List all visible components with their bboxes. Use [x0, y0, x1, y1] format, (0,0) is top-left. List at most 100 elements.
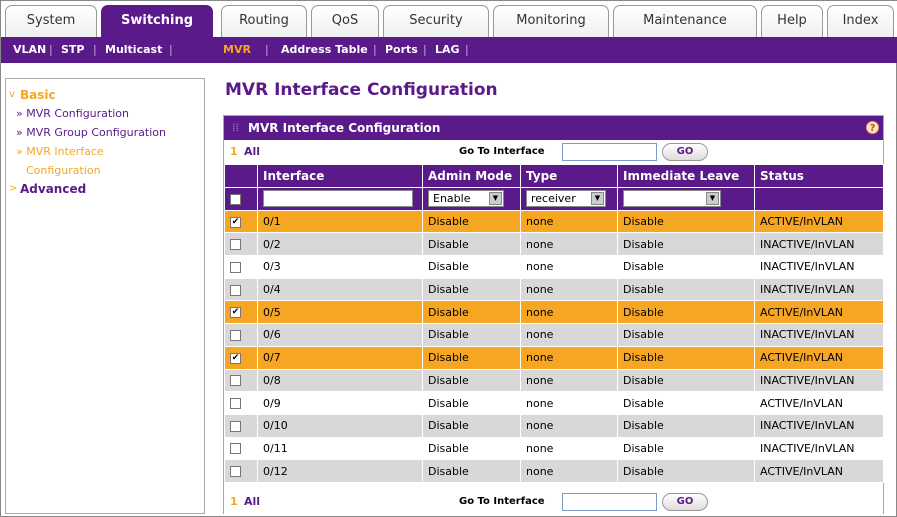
- sidebar: v Basic » MVR Configuration » MVR Group …: [5, 78, 205, 514]
- row-checkbox[interactable]: ✔: [230, 352, 241, 364]
- table-row[interactable]: ✔ 0/1 Disable none Disable ACTIVE/InVLAN: [224, 209, 884, 234]
- row-checkbox[interactable]: [230, 329, 241, 341]
- immediate-leave-cell: Disable: [617, 232, 755, 257]
- table-row[interactable]: ✔ 0/7 Disable none Disable ACTIVE/InVLAN: [224, 345, 884, 370]
- admin-mode-cell: Disable: [422, 345, 521, 370]
- grip-icon: ⁞⁞: [232, 121, 239, 134]
- panel-title: MVR Interface Configuration: [248, 121, 441, 135]
- type-select[interactable]: receiver ▼: [526, 190, 606, 208]
- goto-interface-input[interactable]: [562, 493, 657, 511]
- panel-header: ⁞⁞ MVR Interface Configuration ?: [224, 116, 883, 140]
- tab-routing[interactable]: Routing: [221, 5, 307, 37]
- type-cell: none: [520, 277, 618, 302]
- row-checkbox[interactable]: [230, 466, 241, 478]
- row-checkbox[interactable]: [230, 443, 241, 455]
- admin-mode-cell: Disable: [422, 323, 521, 347]
- tab-maintenance[interactable]: Maintenance: [613, 5, 757, 37]
- subnav-separator: |: [373, 43, 377, 56]
- col-select: [224, 164, 258, 188]
- tab-switching[interactable]: Switching: [101, 5, 213, 37]
- table-row[interactable]: 0/3 Disable none Disable INACTIVE/InVLAN: [224, 255, 884, 279]
- admin-mode-cell: Disable: [422, 459, 521, 483]
- row-checkbox[interactable]: [230, 420, 241, 432]
- interface-filter-input[interactable]: [263, 190, 413, 208]
- sidebar-item-mvr-group-configuration[interactable]: » MVR Group Configuration: [16, 126, 166, 139]
- table-row[interactable]: 0/12 Disable none Disable ACTIVE/InVLAN: [224, 459, 884, 483]
- status-cell: ACTIVE/InVLAN: [754, 391, 884, 415]
- tab-security[interactable]: Security: [383, 5, 489, 37]
- status-cell: ACTIVE/InVLAN: [754, 345, 884, 370]
- row-checkbox[interactable]: [230, 261, 241, 273]
- immediate-leave-select[interactable]: ▼: [623, 190, 721, 208]
- admin-mode-value: Enable: [433, 192, 471, 206]
- subnav-mvr[interactable]: MVR: [223, 43, 251, 56]
- sidebar-item-mvr-interface-configuration[interactable]: » MVR Interface: [16, 145, 104, 158]
- tab-system[interactable]: System: [5, 5, 97, 37]
- row-checkbox[interactable]: [230, 239, 241, 251]
- interface-cell: 0/3: [257, 255, 423, 279]
- interface-cell: 0/7: [257, 345, 423, 370]
- admin-mode-select[interactable]: Enable ▼: [428, 190, 504, 208]
- admin-mode-cell: Disable: [422, 391, 521, 415]
- table-row[interactable]: 0/9 Disable none Disable ACTIVE/InVLAN: [224, 391, 884, 415]
- go-button[interactable]: GO: [662, 143, 708, 161]
- immediate-leave-cell: Disable: [617, 277, 755, 302]
- status-cell: INACTIVE/InVLAN: [754, 323, 884, 347]
- type-cell: none: [520, 232, 618, 257]
- subnav-vlan[interactable]: VLAN: [13, 43, 46, 56]
- type-cell: none: [520, 368, 618, 393]
- row-checkbox[interactable]: ✔: [230, 307, 241, 319]
- table-row[interactable]: 0/10 Disable none Disable INACTIVE/InVLAN: [224, 413, 884, 438]
- select-cell: [224, 413, 258, 438]
- status-cell: INACTIVE/InVLAN: [754, 255, 884, 279]
- subnav-multicast[interactable]: Multicast: [105, 43, 162, 56]
- row-checkbox[interactable]: [230, 375, 241, 387]
- row-checkbox[interactable]: ✔: [230, 216, 241, 228]
- page-number[interactable]: 1: [230, 145, 238, 158]
- interface-cell: 0/8: [257, 368, 423, 393]
- col-type: Type: [520, 164, 618, 188]
- select-cell: [224, 391, 258, 415]
- subnav-address-table[interactable]: Address Table: [281, 43, 368, 56]
- pagination-bar-bottom: 1 All Go To Interface GO: [224, 490, 883, 514]
- show-all-link[interactable]: All: [244, 495, 260, 508]
- type-cell: none: [520, 300, 618, 325]
- type-cell: none: [520, 345, 618, 370]
- interface-cell: 0/12: [257, 459, 423, 483]
- status-cell: INACTIVE/InVLAN: [754, 436, 884, 461]
- go-button[interactable]: GO: [662, 493, 708, 511]
- subnav-stp[interactable]: STP: [61, 43, 85, 56]
- tab-index[interactable]: Index: [827, 5, 894, 37]
- subnav-lag[interactable]: LAG: [435, 43, 460, 56]
- page-title: MVR Interface Configuration: [225, 80, 498, 100]
- table-row[interactable]: 0/4 Disable none Disable INACTIVE/InVLAN: [224, 277, 884, 302]
- goto-interface-input[interactable]: [562, 143, 657, 161]
- admin-mode-cell: Disable: [422, 232, 521, 257]
- subnav-ports[interactable]: Ports: [385, 43, 418, 56]
- sidebar-basic[interactable]: Basic: [20, 88, 56, 102]
- tab-qos[interactable]: QoS: [311, 5, 379, 37]
- sidebar-advanced[interactable]: Advanced: [20, 182, 86, 196]
- show-all-link[interactable]: All: [244, 145, 260, 158]
- tab-monitoring[interactable]: Monitoring: [493, 5, 609, 37]
- tab-help[interactable]: Help: [761, 5, 823, 37]
- type-cell: none: [520, 209, 618, 234]
- help-icon[interactable]: ?: [866, 121, 879, 134]
- table-row[interactable]: ✔ 0/5 Disable none Disable ACTIVE/InVLAN: [224, 300, 884, 325]
- row-checkbox[interactable]: [230, 284, 241, 296]
- interface-cell: 0/2: [257, 232, 423, 257]
- table-row[interactable]: 0/11 Disable none Disable INACTIVE/InVLAN: [224, 436, 884, 461]
- interface-table: Interface Admin Mode Type Immediate Leav…: [224, 164, 884, 483]
- select-all-checkbox[interactable]: [230, 193, 241, 205]
- col-immediate-leave: Immediate Leave: [617, 164, 755, 188]
- col-interface: Interface: [257, 164, 423, 188]
- type-cell: none: [520, 436, 618, 461]
- table-row[interactable]: 0/2 Disable none Disable INACTIVE/InVLAN: [224, 232, 884, 257]
- status-cell: ACTIVE/InVLAN: [754, 459, 884, 483]
- table-row[interactable]: 0/6 Disable none Disable INACTIVE/InVLAN: [224, 323, 884, 347]
- row-checkbox[interactable]: [230, 398, 241, 410]
- sidebar-item-mvr-interface-configuration-cont[interactable]: Configuration: [26, 164, 101, 177]
- table-row[interactable]: 0/8 Disable none Disable INACTIVE/InVLAN: [224, 368, 884, 393]
- page-number[interactable]: 1: [230, 495, 238, 508]
- sidebar-item-mvr-configuration[interactable]: » MVR Configuration: [16, 107, 129, 120]
